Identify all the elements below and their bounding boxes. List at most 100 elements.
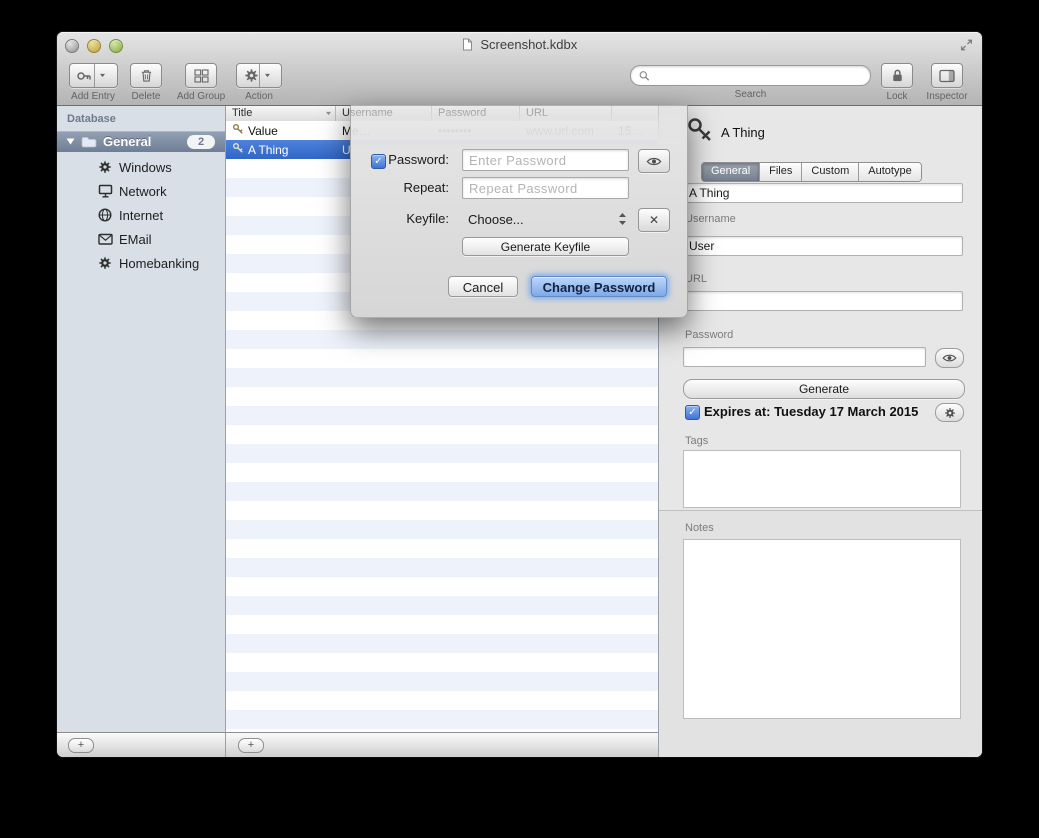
- folder-icon: [81, 136, 97, 148]
- add-group-button[interactable]: [185, 63, 217, 88]
- lock-button[interactable]: [881, 63, 913, 88]
- sidebar-item-windows[interactable]: Windows: [57, 155, 225, 179]
- toolbar-item-delete: Delete: [123, 63, 169, 102]
- sheet-repeat-label: Repeat:: [387, 177, 449, 199]
- toolbar-item-action: Action: [233, 63, 285, 102]
- sidebar-group-general[interactable]: General 2: [57, 131, 225, 152]
- sidebar-section-header: Database: [67, 113, 116, 125]
- inspector-panel: A Thing General Files Custom Autotype Us…: [658, 105, 982, 757]
- generate-password-button[interactable]: Generate: [683, 379, 965, 399]
- eye-icon: [942, 353, 957, 363]
- disclosure-triangle-icon[interactable]: [66, 138, 75, 145]
- tab-custom[interactable]: Custom: [802, 163, 859, 181]
- entry-key-icon: [686, 116, 714, 144]
- add-group-plus-button[interactable]: +: [68, 738, 94, 753]
- lock-icon: [890, 68, 905, 83]
- toolbar-item-lock: Lock: [874, 63, 920, 102]
- lock-label: Lock: [874, 91, 920, 102]
- bottom-bar: + +: [57, 732, 658, 757]
- sidebar-item-internet[interactable]: Internet: [57, 203, 225, 227]
- change-password-sheet: ✓ Password: Repeat: Keyfile: Choose... ✕…: [350, 105, 688, 318]
- toolbar-item-add-group: Add Group: [171, 63, 231, 102]
- tab-autotype[interactable]: Autotype: [859, 163, 920, 181]
- notes-field[interactable]: [683, 539, 961, 719]
- monitor-icon: [97, 184, 113, 198]
- inspector-label: Inspector: [924, 91, 970, 102]
- chevron-down-icon: [99, 73, 106, 78]
- tags-label: Tags: [685, 435, 708, 447]
- sidebar-item-homebanking[interactable]: Homebanking: [57, 251, 225, 275]
- username-field[interactable]: [683, 236, 963, 256]
- app-window: Screenshot.kdbx Add Entry Delete Add Gro…: [57, 32, 982, 757]
- sidebar-item-label: Homebanking: [119, 256, 199, 271]
- clear-keyfile-button[interactable]: ✕: [638, 208, 670, 232]
- popup-stepper-icon: [618, 212, 627, 226]
- tab-general[interactable]: General: [702, 163, 760, 181]
- sidebar-item-email[interactable]: EMail: [57, 227, 225, 251]
- password-field[interactable]: [683, 347, 926, 367]
- key-icon: [232, 142, 244, 157]
- username-label: Username: [685, 213, 736, 225]
- url-label: URL: [685, 273, 707, 285]
- sheet-password-label: Password:: [387, 149, 449, 171]
- add-entry-label: Add Entry: [65, 91, 121, 102]
- add-group-label: Add Group: [171, 91, 231, 102]
- inspector-button[interactable]: [931, 63, 963, 88]
- action-label: Action: [233, 91, 285, 102]
- delete-button[interactable]: [130, 63, 162, 88]
- chevron-down-icon: [264, 73, 271, 78]
- envelope-icon: [97, 233, 113, 245]
- url-field[interactable]: [683, 291, 963, 311]
- toolbar-item-inspector: Inspector: [924, 63, 970, 102]
- gear-icon: [244, 68, 259, 83]
- add-entry-plus-button[interactable]: +: [238, 738, 264, 753]
- keyfile-popup-value: Choose...: [468, 212, 618, 227]
- cancel-button[interactable]: Cancel: [448, 276, 518, 297]
- window-title-text: Screenshot.kdbx: [480, 37, 577, 52]
- key-plus-icon: [76, 69, 94, 83]
- action-button[interactable]: [236, 63, 282, 88]
- sheet-password-input[interactable]: [462, 149, 629, 171]
- notes-section: Notes: [659, 510, 982, 757]
- inspector-tabs: General Files Custom Autotype: [701, 162, 922, 182]
- sidebar-item-network[interactable]: Network: [57, 179, 225, 203]
- trash-icon: [140, 68, 153, 83]
- search-field[interactable]: [630, 65, 871, 86]
- expires-checkbox[interactable]: ✓: [685, 405, 700, 420]
- search-icon: [639, 70, 650, 82]
- window-title: Screenshot.kdbx: [57, 37, 982, 55]
- cell-title: Value: [248, 124, 278, 138]
- toolbar-item-add-entry: Add Entry: [65, 63, 121, 102]
- add-entry-dropdown[interactable]: [94, 64, 110, 87]
- sheet-reveal-password-button[interactable]: [638, 149, 670, 173]
- password-checkbox[interactable]: ✓: [371, 154, 386, 169]
- tags-field[interactable]: [683, 450, 961, 508]
- cell-title: A Thing: [248, 143, 288, 157]
- column-title-label: Title: [232, 107, 252, 119]
- sidebar-item-label: EMail: [119, 232, 152, 247]
- sort-indicator-icon: [325, 107, 332, 119]
- expires-label: Expires at: Tuesday 17 March 2015: [704, 404, 918, 419]
- reveal-password-button[interactable]: [935, 348, 964, 368]
- title-field[interactable]: [683, 183, 963, 203]
- sidebar-item-label: Network: [119, 184, 167, 199]
- change-password-button[interactable]: Change Password: [531, 276, 667, 297]
- close-icon: ✕: [649, 213, 659, 227]
- expires-settings-button[interactable]: [935, 403, 964, 422]
- keyfile-popup[interactable]: Choose...: [462, 208, 629, 230]
- column-header-title[interactable]: Title: [226, 105, 336, 121]
- delete-label: Delete: [123, 91, 169, 102]
- action-dropdown[interactable]: [259, 64, 275, 87]
- sheet-repeat-input[interactable]: [462, 177, 629, 199]
- search-input[interactable]: [655, 68, 862, 84]
- toolbar-item-search: Search: [630, 63, 871, 100]
- gear-icon: [97, 160, 113, 174]
- desktop-background: Screenshot.kdbx Add Entry Delete Add Gro…: [0, 0, 1039, 838]
- document-icon: [462, 38, 473, 51]
- generate-keyfile-button[interactable]: Generate Keyfile: [462, 237, 629, 256]
- fullscreen-icon[interactable]: [959, 38, 974, 52]
- tab-files[interactable]: Files: [760, 163, 802, 181]
- globe-icon: [97, 208, 113, 222]
- add-entry-button[interactable]: [69, 63, 118, 88]
- notes-label: Notes: [685, 522, 714, 534]
